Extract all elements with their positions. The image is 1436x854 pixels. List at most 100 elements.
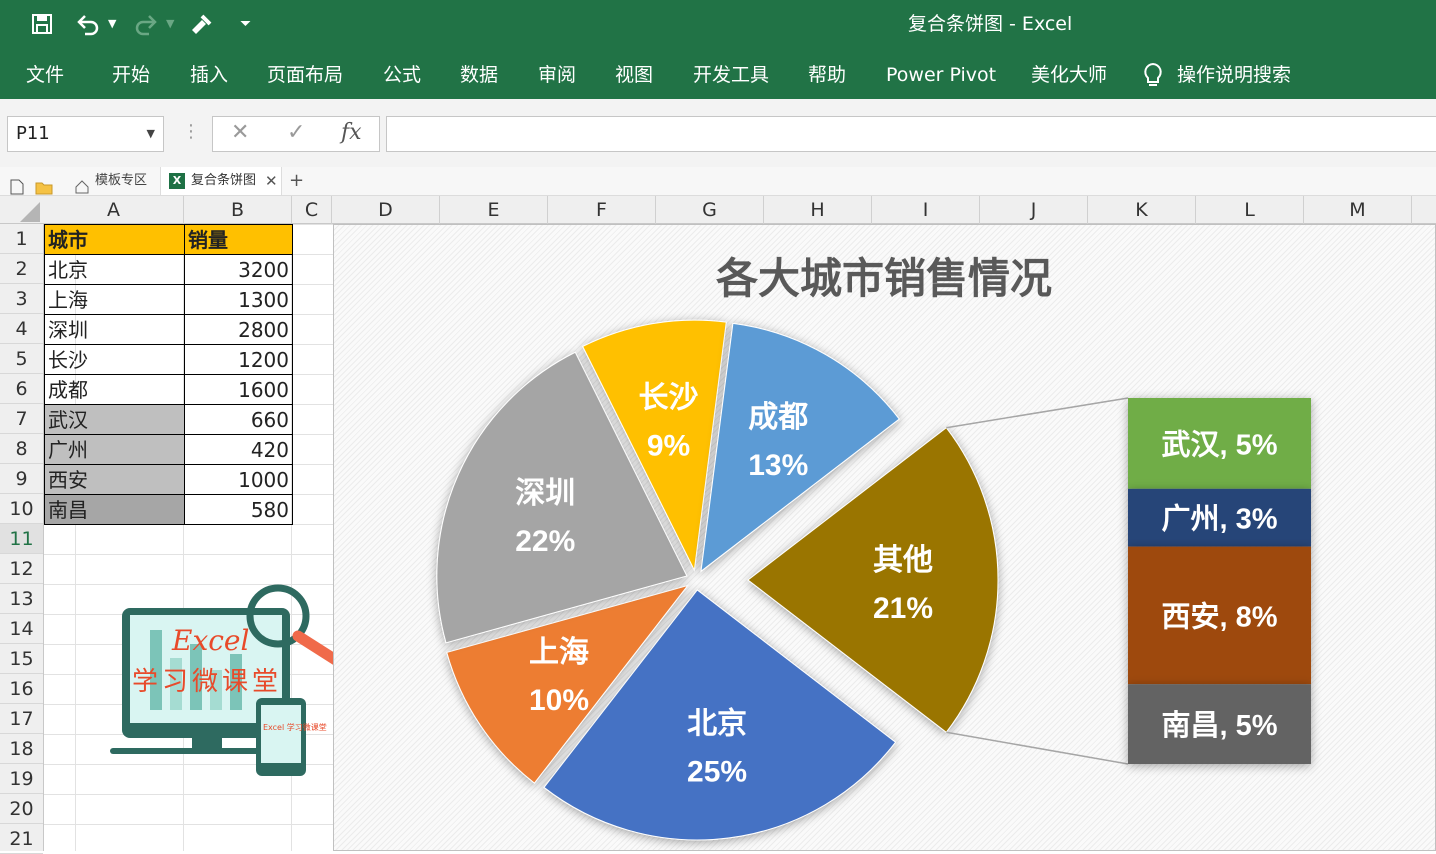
customize-icon[interactable]: ⏷ xyxy=(240,10,251,38)
row-header[interactable]: 7 xyxy=(0,404,43,434)
sales-cell[interactable]: 660 xyxy=(184,404,293,435)
tell-me-search[interactable]: 操作说明搜索 xyxy=(1177,62,1291,88)
row-header[interactable]: 21 xyxy=(0,824,43,854)
table-row: 南昌 580 xyxy=(44,494,293,525)
menu-insert[interactable]: 插入 xyxy=(190,62,228,88)
more-options-icon[interactable]: ⋮ xyxy=(182,121,200,142)
pie-slice-label: 深圳 xyxy=(515,477,575,510)
menu-home[interactable]: 开始 xyxy=(112,62,150,88)
header-cell-city[interactable]: 城市 xyxy=(44,224,185,255)
menu-page-layout[interactable]: 页面布局 xyxy=(267,62,343,88)
row-header[interactable]: 19 xyxy=(0,764,43,794)
menu-review[interactable]: 审阅 xyxy=(538,62,576,88)
menu-data[interactable]: 数据 xyxy=(460,62,498,88)
row-header[interactable]: 16 xyxy=(0,674,43,704)
undo-dropdown-icon[interactable]: ▼ xyxy=(108,10,116,38)
menu-view[interactable]: 视图 xyxy=(615,62,653,88)
chart-area[interactable]: 各大城市销售情况 北京 25% 上海 10% 深圳 22% 长沙 9% 成都 13% 其他 21% 武… xyxy=(333,224,1436,851)
column-header[interactable]: H xyxy=(764,196,872,224)
column-header[interactable]: M xyxy=(1304,196,1412,224)
column-header[interactable]: L xyxy=(1196,196,1304,224)
tab-workbook[interactable]: X 复合条饼图 ✕ xyxy=(160,167,282,195)
close-tab-icon[interactable]: ✕ xyxy=(265,167,278,195)
row-header[interactable]: 1 xyxy=(0,224,43,254)
city-cell[interactable]: 上海 xyxy=(44,284,185,315)
sales-cell[interactable]: 2800 xyxy=(184,314,293,345)
column-header[interactable]: E xyxy=(440,196,548,224)
column-header[interactable]: F xyxy=(548,196,656,224)
row-header[interactable]: 14 xyxy=(0,614,43,644)
row-header-selected[interactable]: 11 xyxy=(0,524,43,554)
sales-cell[interactable]: 3200 xyxy=(184,254,293,285)
sales-cell[interactable]: 1600 xyxy=(184,374,293,405)
menu-beautify-master[interactable]: 美化大师 xyxy=(1031,62,1107,88)
bar-of-pie-chart[interactable]: 各大城市销售情况 北京 25% 上海 10% 深圳 22% 长沙 9% 成都 13% 其他 21% 武… xyxy=(334,225,1435,850)
excel-course-logo: Excel 学习微课堂 Excel 学习微课堂 xyxy=(110,584,348,776)
column-header[interactable]: K xyxy=(1088,196,1196,224)
menu-formulas[interactable]: 公式 xyxy=(383,62,421,88)
row-header[interactable]: 8 xyxy=(0,434,43,464)
row-header[interactable]: 9 xyxy=(0,464,43,494)
name-box[interactable]: P11 ▼ xyxy=(7,116,164,152)
sales-cell[interactable]: 420 xyxy=(184,434,293,465)
row-header[interactable]: 15 xyxy=(0,644,43,674)
city-cell[interactable]: 深圳 xyxy=(44,314,185,345)
logo-subtitle: 学习微课堂 xyxy=(132,667,282,697)
pie-slice-label: 长沙 xyxy=(639,381,699,414)
add-tab-button[interactable]: + xyxy=(289,167,304,195)
row-header[interactable]: 17 xyxy=(0,704,43,734)
window-title: 复合条饼图 - Excel xyxy=(908,13,1073,35)
row-header[interactable]: 3 xyxy=(0,284,43,314)
logo-title: Excel xyxy=(171,624,249,657)
city-cell[interactable]: 武汉 xyxy=(44,404,185,435)
row-header[interactable]: 4 xyxy=(0,314,43,344)
chevron-down-icon[interactable]: ▼ xyxy=(147,117,155,151)
row-header[interactable]: 18 xyxy=(0,734,43,764)
formula-input[interactable] xyxy=(386,116,1436,152)
city-cell[interactable]: 北京 xyxy=(44,254,185,285)
row-header[interactable]: 20 xyxy=(0,794,43,824)
column-header[interactable]: A xyxy=(44,196,184,224)
column-header[interactable]: J xyxy=(980,196,1088,224)
cancel-icon[interactable]: ✕ xyxy=(231,120,249,145)
name-box-value: P11 xyxy=(16,123,50,144)
city-cell[interactable]: 广州 xyxy=(44,434,185,465)
column-header[interactable]: B xyxy=(184,196,292,224)
format-painter-icon[interactable] xyxy=(188,12,214,36)
lightbulb-icon[interactable] xyxy=(1142,62,1164,88)
city-cell[interactable]: 成都 xyxy=(44,374,185,405)
save-icon[interactable] xyxy=(30,12,54,36)
menu-developer[interactable]: 开发工具 xyxy=(693,62,769,88)
sales-cell[interactable]: 1300 xyxy=(184,284,293,315)
column-header[interactable]: C xyxy=(292,196,332,224)
row-header[interactable]: 2 xyxy=(0,254,43,284)
undo-icon[interactable] xyxy=(74,12,102,36)
enter-icon[interactable]: ✓ xyxy=(287,120,305,145)
bar-segment-label: 广州, 3% xyxy=(1161,503,1277,536)
sales-cell[interactable]: 1200 xyxy=(184,344,293,375)
row-header[interactable]: 10 xyxy=(0,494,43,524)
pie-slice-label: 其他 xyxy=(873,544,933,577)
menu-help[interactable]: 帮助 xyxy=(808,62,846,88)
sales-cell[interactable]: 580 xyxy=(184,494,293,525)
row-header[interactable]: 6 xyxy=(0,374,43,404)
column-header[interactable]: I xyxy=(872,196,980,224)
column-header[interactable]: G xyxy=(656,196,764,224)
insert-function-icon[interactable]: fx xyxy=(341,120,362,145)
row-header[interactable]: 13 xyxy=(0,584,43,614)
city-cell[interactable]: 南昌 xyxy=(44,494,185,525)
row-header[interactable]: 5 xyxy=(0,344,43,374)
header-cell-sales[interactable]: 销量 xyxy=(184,224,293,255)
city-cell[interactable]: 西安 xyxy=(44,464,185,495)
select-all-corner[interactable] xyxy=(0,196,44,224)
city-cell[interactable]: 长沙 xyxy=(44,344,185,375)
tab-template-zone[interactable]: 模板专区 xyxy=(95,167,147,195)
bar-group: 武汉, 5% 广州, 3% 西安, 8% 南昌, 5% xyxy=(1128,398,1311,764)
chart-title: 各大城市销售情况 xyxy=(716,255,1052,302)
row-header[interactable]: 12 xyxy=(0,554,43,584)
column-header[interactable]: D xyxy=(332,196,440,224)
sales-cell[interactable]: 1000 xyxy=(184,464,293,495)
tab-workbook-label: 复合条饼图 xyxy=(191,173,257,188)
menu-file[interactable]: 文件 xyxy=(26,62,64,88)
menu-power-pivot[interactable]: Power Pivot xyxy=(886,62,996,88)
